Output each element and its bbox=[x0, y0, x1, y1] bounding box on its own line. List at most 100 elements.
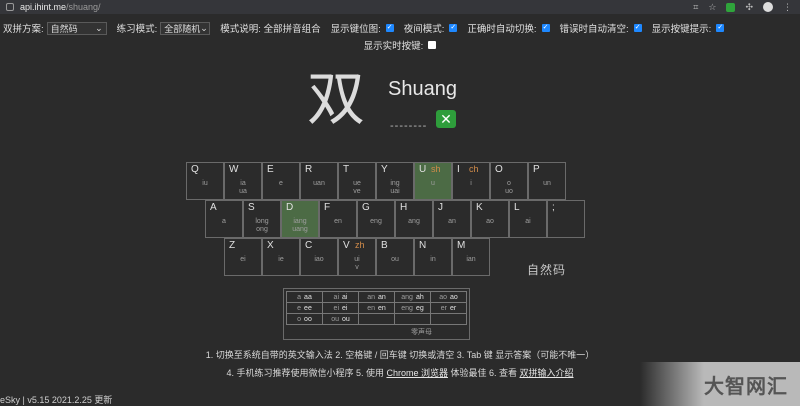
key-final: uan bbox=[313, 180, 325, 187]
input-mask[interactable]: -------- bbox=[390, 120, 427, 132]
key-final: uo bbox=[505, 188, 513, 195]
version-footer: eSky | v5.15 2021.2.25 更新 bbox=[0, 395, 113, 405]
scheme-select[interactable]: 自然码 ⌄ bbox=[46, 21, 107, 35]
keypos-checkbox[interactable]: ✓ bbox=[385, 24, 394, 32]
target-pinyin: Shuang bbox=[388, 78, 457, 100]
table-cell: en en bbox=[358, 302, 395, 314]
autonext-checkbox[interactable]: ✓ bbox=[541, 24, 550, 32]
key-final: ang bbox=[408, 218, 420, 225]
target-hanzi: 双 bbox=[307, 65, 366, 133]
key-letter: N bbox=[419, 240, 427, 251]
key-final: ui bbox=[354, 256, 360, 263]
mode-label: 练习模式: bbox=[116, 24, 158, 35]
extension-icon[interactable] bbox=[726, 2, 736, 12]
key-semicolon: ; bbox=[547, 200, 585, 238]
night-label: 夜间模式: bbox=[403, 24, 445, 35]
key-final: in bbox=[430, 256, 436, 263]
key-q: Qiu bbox=[186, 162, 224, 200]
key-m: Mian bbox=[452, 238, 490, 276]
chrome-link[interactable]: Chrome 浏览器 bbox=[386, 368, 448, 378]
key-final: u bbox=[431, 180, 435, 187]
key-b: Bou bbox=[376, 238, 414, 276]
chevron-down-icon: ⌄ bbox=[200, 22, 208, 33]
key-h: Hang bbox=[395, 200, 433, 238]
qr-icon[interactable]: ⌗ bbox=[693, 2, 698, 13]
key-letter: Q bbox=[191, 164, 199, 175]
key-letter: K bbox=[476, 202, 483, 213]
night-checkbox[interactable]: ✓ bbox=[449, 24, 458, 32]
key-final: ue bbox=[353, 180, 361, 187]
zero-initial-table: a aa ai ai an an ang ah ao ao e ee ei ei en en eng eg er er… bbox=[283, 288, 470, 340]
mode-select[interactable]: 全部随机 ⌄ bbox=[160, 21, 211, 35]
key-letter: D bbox=[286, 202, 294, 213]
key-final: ia bbox=[240, 180, 246, 187]
address-bar[interactable]: api.ihint.me/shuang/ bbox=[20, 2, 101, 12]
key-initial: sh bbox=[431, 164, 441, 174]
table-row: o oo ou ou bbox=[286, 313, 467, 325]
menu-icon[interactable]: ⋮ bbox=[783, 2, 792, 13]
key-final: ei bbox=[240, 256, 246, 263]
browser-toolbar: api.ihint.me/shuang/ ⌗ ☆ ✣ ⋮ bbox=[0, 0, 800, 14]
shuangpin-intro-link[interactable]: 双拼输入介绍 bbox=[520, 368, 574, 378]
key-final: a bbox=[222, 218, 226, 225]
site-info-icon[interactable] bbox=[6, 3, 14, 11]
key-v: Vzh ui v bbox=[338, 238, 376, 276]
key-letter: A bbox=[210, 202, 217, 213]
table-row: e ee ei ei en en eng eg er er bbox=[286, 302, 467, 314]
autoclear-checkbox[interactable]: ✓ bbox=[633, 24, 642, 32]
key-f: Fen bbox=[319, 200, 357, 238]
key-j: Jan bbox=[433, 200, 471, 238]
key-letter: T bbox=[343, 164, 350, 175]
key-letter: Y bbox=[381, 164, 388, 175]
scheme-name-label: 自然码 bbox=[527, 263, 567, 277]
key-final: un bbox=[543, 180, 551, 187]
key-z: Zei bbox=[224, 238, 262, 276]
tips-line-1: 1. 切换至系统自带的英文输入法 2. 空格键 / 回车键 切换或清空 3. T… bbox=[205, 350, 595, 360]
key-p: Pun bbox=[528, 162, 566, 200]
key-final: v bbox=[355, 264, 359, 271]
key-t: Tue ve bbox=[338, 162, 376, 200]
key-o: Oo uo bbox=[490, 162, 528, 200]
puzzle-icon[interactable]: ✣ bbox=[745, 2, 753, 13]
key-final: e bbox=[279, 180, 283, 187]
key-y: Ying uai bbox=[376, 162, 414, 200]
key-e: Ee bbox=[262, 162, 300, 200]
avatar[interactable] bbox=[763, 2, 773, 12]
key-initial: zh bbox=[355, 240, 365, 250]
key-letter: J bbox=[438, 202, 443, 213]
key-letter: I bbox=[457, 164, 460, 175]
autonext-label: 正确时自动切换: bbox=[467, 24, 537, 35]
table-cell: er er bbox=[430, 302, 467, 314]
table-cell: an an bbox=[358, 291, 395, 303]
settings-bar: 双拼方案: 自然码 ⌄ 练习模式: 全部随机 ⌄ 模式说明: 全部拼音组合 显示键位… bbox=[0, 19, 800, 52]
chevron-down-icon: ⌄ bbox=[95, 22, 103, 33]
key-letter: O bbox=[495, 164, 503, 175]
x-icon: ✕ bbox=[436, 110, 456, 128]
watermark: 大智网汇 bbox=[640, 362, 800, 406]
key-final: iao bbox=[314, 256, 324, 263]
key-final: o bbox=[507, 180, 511, 187]
table-row: a aa ai ai an an ang ah ao ao bbox=[286, 291, 467, 303]
table-cell: ou ou bbox=[322, 313, 359, 325]
key-final: ong bbox=[256, 226, 268, 233]
realtime-checkbox[interactable] bbox=[428, 41, 437, 49]
key-final: ian bbox=[466, 256, 476, 263]
table-cell bbox=[430, 313, 467, 325]
key-letter: B bbox=[381, 240, 388, 251]
key-final: eng bbox=[370, 218, 382, 225]
key-final: ai bbox=[525, 218, 531, 225]
key-letter: R bbox=[305, 164, 313, 175]
key-k: Kao bbox=[471, 200, 509, 238]
table-cell: ai ai bbox=[322, 291, 359, 303]
table-cell bbox=[394, 313, 431, 325]
key-letter: X bbox=[267, 240, 274, 251]
key-initial: ch bbox=[469, 164, 479, 174]
star-icon[interactable]: ☆ bbox=[708, 2, 716, 13]
key-a: Aa bbox=[205, 200, 243, 238]
key-final: uang bbox=[292, 226, 308, 233]
key-letter: F bbox=[324, 202, 331, 213]
table-cell bbox=[358, 313, 395, 325]
hint-checkbox[interactable]: ✓ bbox=[716, 24, 725, 32]
scheme-label: 双拼方案: bbox=[3, 24, 44, 35]
table-cell: a aa bbox=[286, 291, 323, 303]
